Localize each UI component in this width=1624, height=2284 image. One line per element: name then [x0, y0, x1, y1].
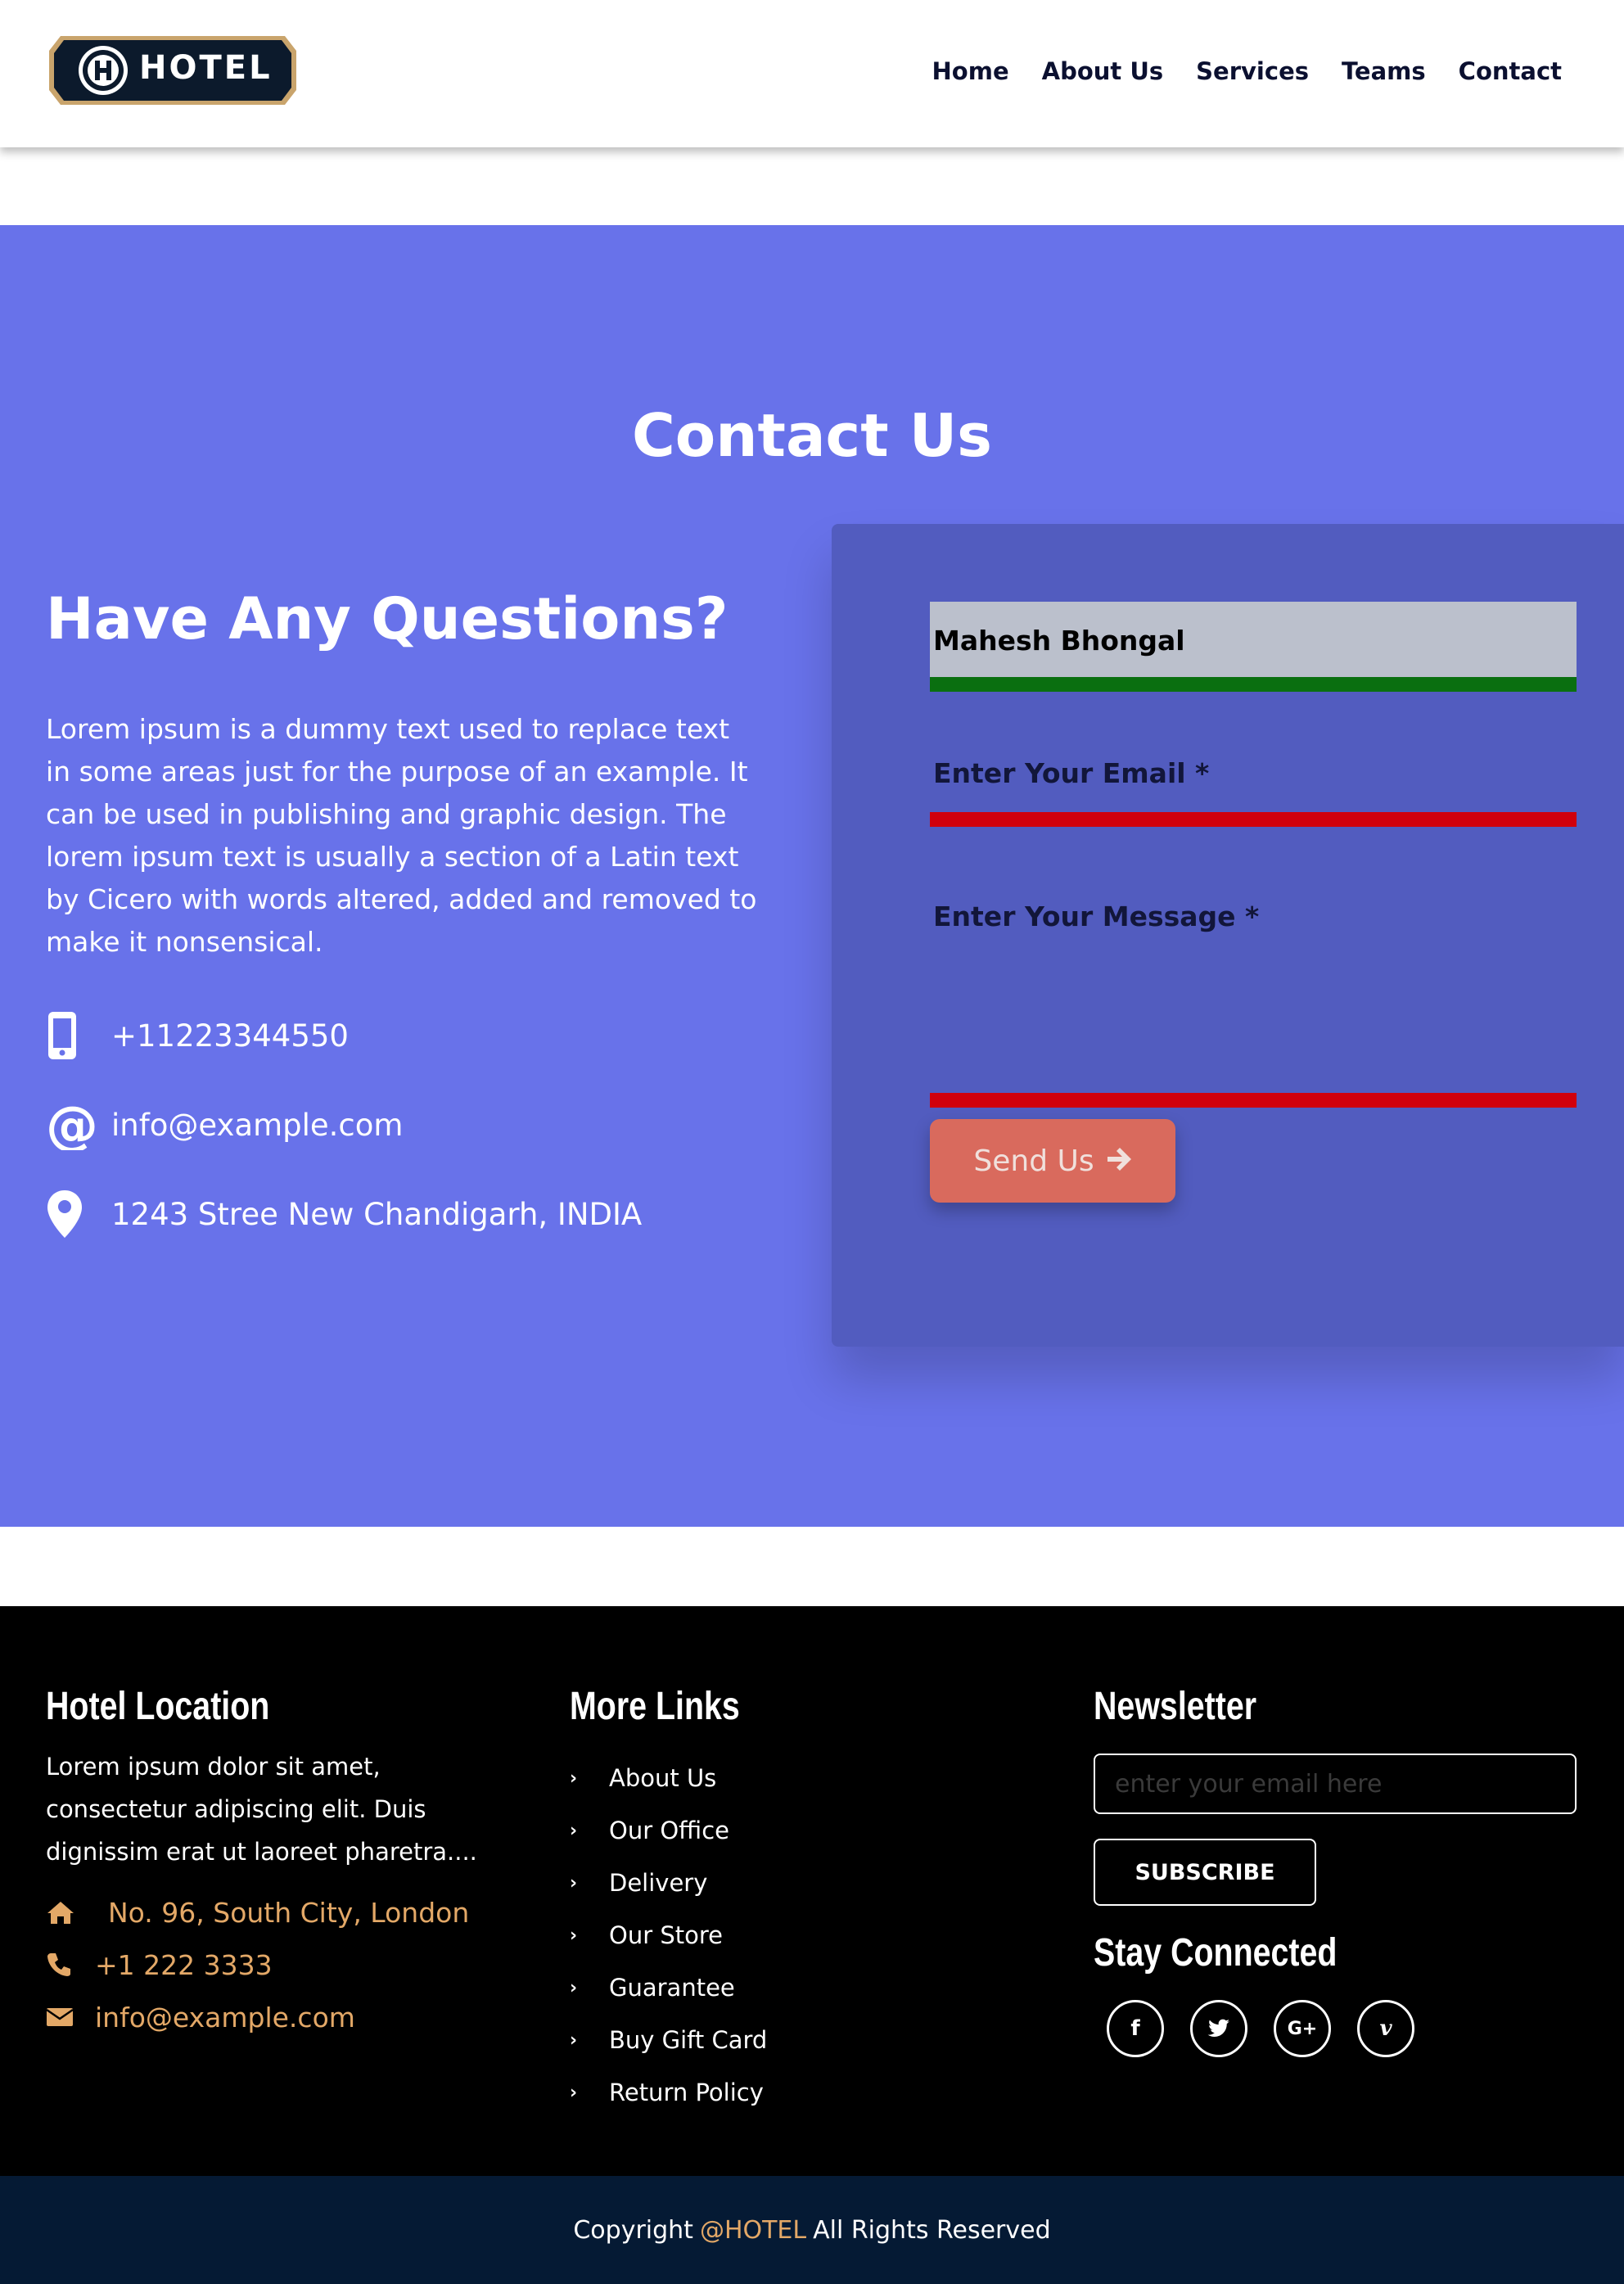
footer-link-our-office[interactable]: › Our Office [570, 1804, 777, 1857]
copyright-bar: Copyright @HOTEL All Rights Reserved [0, 2176, 1624, 2284]
chevron-right-icon: › [570, 1820, 578, 1841]
email-row: @ info@example.com [46, 1096, 403, 1153]
footer-newsletter-column: Newsletter SUBSCRIBE Stay Connected f G+… [1094, 1684, 1577, 2057]
nav-teams[interactable]: Teams [1342, 57, 1426, 85]
footer-link-delivery[interactable]: › Delivery [570, 1857, 777, 1909]
questions-heading: Have Any Questions? [46, 585, 729, 652]
phone-row: +11223344550 [46, 1007, 349, 1064]
footer-link-guarantee[interactable]: › Guarantee [570, 1961, 777, 2014]
send-button-label: Send Us [973, 1144, 1094, 1178]
footer-links-column: More Links › About Us › Our Office › Delive… [570, 1684, 777, 2119]
nav-home[interactable]: Home [932, 57, 1009, 85]
chevron-right-icon: › [570, 1767, 578, 1789]
email-field-label[interactable]: Enter Your Email * [933, 757, 1209, 789]
nav-about-us[interactable]: About Us [1042, 57, 1164, 85]
contact-email[interactable]: info@example.com [111, 1108, 403, 1143]
vimeo-icon[interactable]: v [1357, 2000, 1414, 2057]
stay-connected-heading: Stay Connected [1094, 1931, 1338, 1975]
subscribe-button[interactable]: SUBSCRIBE [1094, 1839, 1316, 1906]
send-button[interactable]: Send Us [930, 1119, 1175, 1203]
map-pin-icon [46, 1185, 97, 1243]
hotel-logo[interactable]: HOTEL [46, 33, 300, 108]
copyright-suffix: All Rights Reserved [813, 2215, 1051, 2245]
footer-location-column: Hotel Location Lorem ipsum dolor sit ame… [46, 1684, 521, 2043]
copyright-prefix: Copyright [573, 2215, 693, 2245]
footer-email: info@example.com [46, 1991, 521, 2043]
social-links: f G+ v [1107, 2000, 1577, 2057]
newsletter-heading: Newsletter [1094, 1685, 1257, 1728]
facebook-icon[interactable]: f [1107, 2000, 1164, 2057]
phone-icon [46, 1952, 95, 1978]
contact-title: Contact Us [631, 401, 993, 470]
footer-links-list: › About Us › Our Office › Delivery › Our Sto… [570, 1752, 777, 2119]
contact-description: Lorem ipsum is a dummy text used to repl… [46, 713, 757, 958]
chevron-right-icon: › [570, 2082, 578, 2103]
footer-phone: +1 222 3333 [46, 1939, 521, 1991]
contact-phone: +11223344550 [111, 1018, 349, 1054]
svg-text:@: @ [46, 1099, 97, 1150]
chevron-right-icon: › [570, 1977, 578, 1998]
footer-address: No. 96, South City, London [46, 1886, 521, 1939]
email-field[interactable] [930, 812, 1577, 827]
envelope-icon [46, 2006, 95, 2028]
nav-contact[interactable]: Contact [1459, 57, 1562, 85]
footer-location-heading: Hotel Location [46, 1685, 270, 1728]
contact-address: 1243 Stree New Chandigarh, INDIA [111, 1196, 643, 1232]
footer-links-heading: More Links [570, 1685, 740, 1728]
at-sign-icon: @ [46, 1096, 97, 1153]
arrow-right-icon [1106, 1144, 1132, 1178]
logo-text: HOTEL [139, 49, 273, 87]
chevron-right-icon: › [570, 1872, 578, 1894]
message-field[interactable] [930, 1093, 1577, 1108]
site-footer: Hotel Location Lorem ipsum dolor sit ame… [0, 1606, 1624, 2176]
newsletter-email-input[interactable] [1094, 1754, 1577, 1814]
mobile-phone-icon [46, 1007, 97, 1064]
chevron-right-icon: › [570, 1925, 578, 1946]
main-nav: Home About Us Services Teams Contact [932, 57, 1562, 85]
copyright-brand[interactable]: @HOTEL [700, 2216, 806, 2245]
footer-link-our-store[interactable]: › Our Store [570, 1909, 777, 1961]
chevron-right-icon: › [570, 2029, 578, 2051]
message-field-label[interactable]: Enter Your Message * [933, 901, 1259, 932]
footer-link-return-policy[interactable]: › Return Policy [570, 2066, 777, 2119]
footer-link-buy-gift-card[interactable]: › Buy Gift Card [570, 2014, 777, 2066]
twitter-icon[interactable] [1190, 2000, 1247, 2057]
nav-services[interactable]: Services [1196, 57, 1309, 85]
contact-form: Mahesh Bhongal Enter Your Email * Enter … [832, 524, 1624, 1347]
footer-location-text: Lorem ipsum dolor sit amet, consectetur … [46, 1753, 477, 1866]
site-header: HOTEL Home About Us Services Teams Conta… [0, 0, 1624, 147]
home-icon [46, 1900, 95, 1925]
footer-link-about-us[interactable]: › About Us [570, 1752, 777, 1804]
name-input[interactable]: Mahesh Bhongal [930, 602, 1577, 692]
google-plus-icon[interactable]: G+ [1274, 2000, 1331, 2057]
address-row: 1243 Stree New Chandigarh, INDIA [46, 1185, 642, 1243]
contact-section: Contact Us Have Any Questions? Lorem ips… [0, 225, 1624, 1527]
